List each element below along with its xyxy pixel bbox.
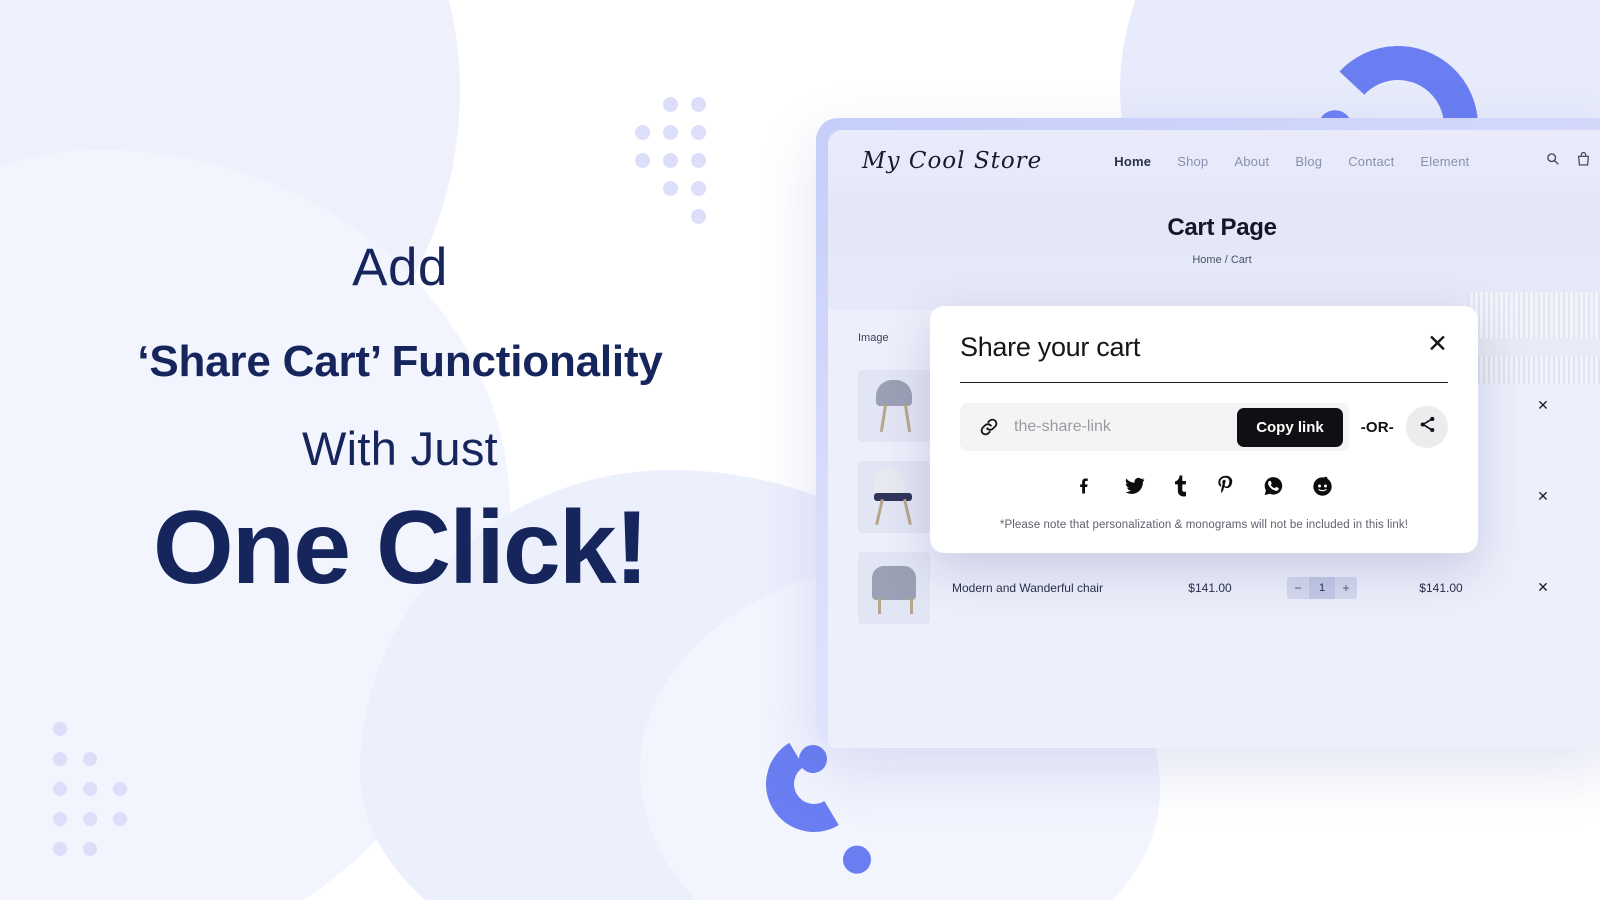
share-nodes-icon (1418, 415, 1437, 439)
link-icon (978, 416, 1000, 438)
qty-value[interactable]: 1 (1309, 576, 1335, 599)
headline-line-1: Add (352, 238, 448, 297)
copy-link-button[interactable]: Copy link (1237, 407, 1343, 447)
share-link-row: the-share-link Copy link -OR- (960, 403, 1448, 451)
table-row: Modern and Wanderful chair $141.00 − 1 +… (858, 542, 1590, 633)
facebook-icon[interactable] (1075, 475, 1095, 497)
headline-line-3: With Just (302, 421, 498, 475)
product-thumbnail[interactable] (858, 460, 930, 533)
nav-item-about[interactable]: About (1234, 154, 1269, 169)
headline-line-2: ‘Share Cart’ Functionality (137, 336, 663, 386)
tumblr-icon[interactable] (1174, 475, 1189, 497)
nav-item-element[interactable]: Element (1420, 154, 1469, 169)
modal-header: Share your cart ✕ (960, 332, 1448, 363)
nav-item-home[interactable]: Home (1114, 154, 1151, 169)
share-link-field[interactable]: the-share-link Copy link (960, 403, 1349, 451)
site-nav-icons (1546, 151, 1590, 171)
remove-button[interactable]: ✕ (1496, 488, 1590, 505)
reddit-icon[interactable] (1312, 475, 1333, 497)
share-cart-modal: Share your cart ✕ the-share-link Copy li… (930, 306, 1478, 553)
whatsapp-icon[interactable] (1263, 475, 1284, 497)
or-separator: -OR- (1360, 418, 1394, 436)
site-logo[interactable]: My Cool Store (862, 148, 1042, 174)
qty-increment-button[interactable]: + (1335, 576, 1357, 599)
headline-line-4: One Click! (152, 489, 649, 606)
site-nav-links: Home Shop About Blog Contact Element (1114, 154, 1469, 169)
product-name: Modern and Wanderful chair (952, 580, 1103, 595)
share-nodes-button[interactable] (1406, 406, 1448, 448)
product-price: $141.00 (1188, 580, 1232, 595)
breadcrumb: Home / Cart (1192, 254, 1252, 266)
nav-item-contact[interactable]: Contact (1348, 154, 1394, 169)
site-hero: Cart Page Home / Cart (828, 192, 1600, 384)
cart-icon[interactable] (1577, 151, 1590, 171)
product-thumbnail[interactable] (858, 369, 930, 442)
quantity-stepper[interactable]: − 1 + (1258, 576, 1386, 599)
close-icon[interactable]: ✕ (1427, 332, 1448, 357)
qty-decrement-button[interactable]: − (1287, 576, 1309, 599)
headline-block: Add ‘Share Cart’ Functionality With Just… (0, 240, 800, 600)
share-link-input[interactable]: the-share-link (1014, 418, 1237, 436)
social-share-row (960, 475, 1448, 497)
modal-title: Share your cart (960, 332, 1141, 362)
product-thumbnail[interactable] (858, 551, 930, 624)
modal-divider (960, 382, 1448, 383)
search-icon[interactable] (1546, 152, 1559, 170)
product-total: $141.00 (1419, 580, 1463, 595)
nav-item-blog[interactable]: Blog (1295, 154, 1322, 169)
nav-item-shop[interactable]: Shop (1177, 154, 1208, 169)
page-title: Cart Page (1167, 214, 1277, 241)
promo-canvas: Add ‘Share Cart’ Functionality With Just… (0, 0, 1600, 900)
pinterest-icon[interactable] (1217, 475, 1235, 497)
remove-button[interactable]: ✕ (1496, 579, 1590, 596)
twitter-icon[interactable] (1123, 475, 1146, 497)
remove-button[interactable]: ✕ (1496, 397, 1590, 414)
site-navbar: My Cool Store Home Shop About Blog Conta… (828, 130, 1600, 192)
modal-disclaimer: *Please note that personalization & mono… (999, 519, 1409, 531)
